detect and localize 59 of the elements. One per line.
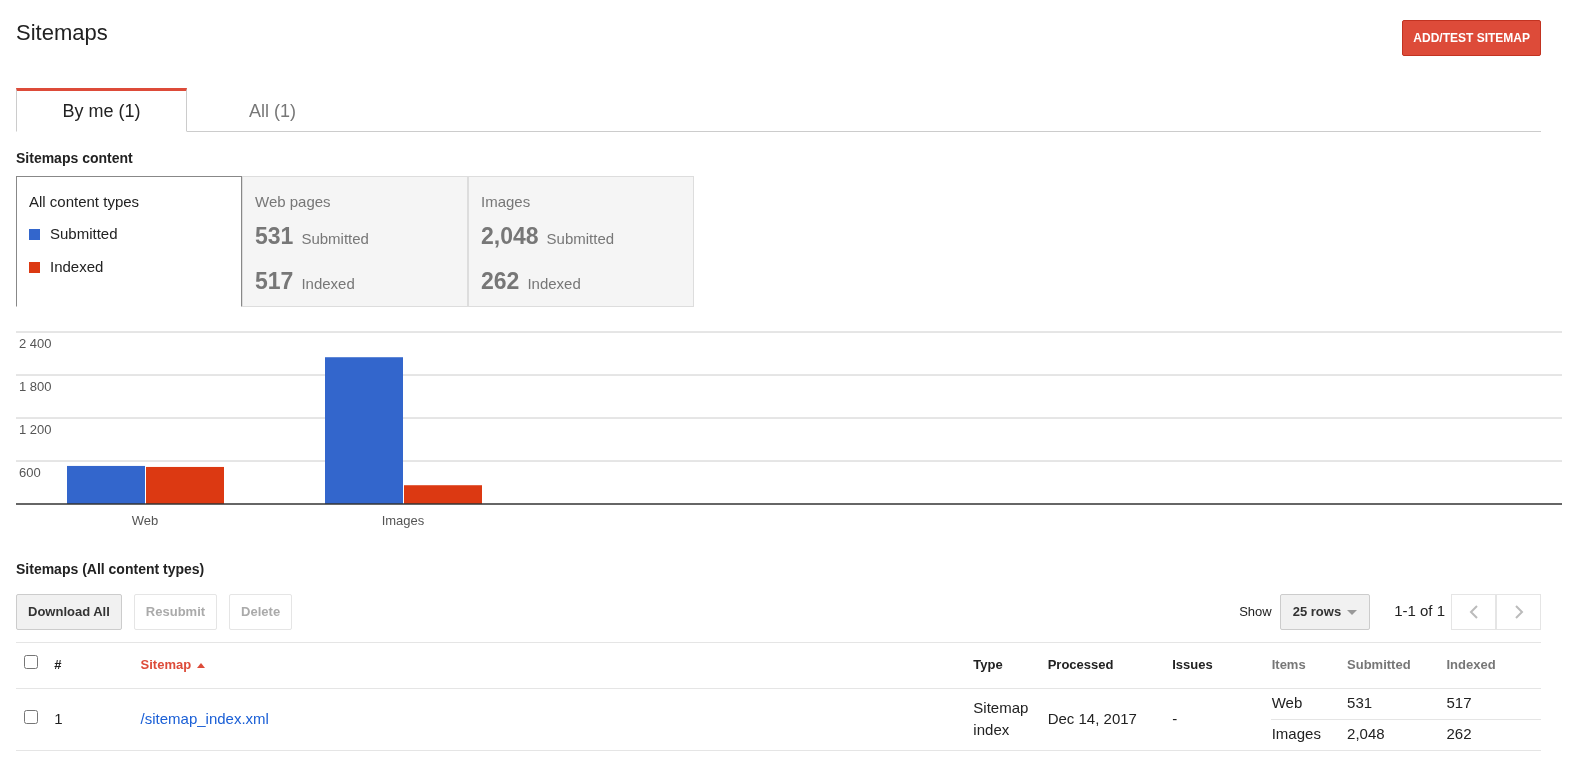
table-cell: Dec 14, 2017	[1047, 709, 1137, 727]
axis-category-label: Web	[131, 512, 159, 528]
show-label: Show	[1239, 602, 1272, 621]
row-number: 1	[54, 709, 63, 727]
column-header: #	[54, 657, 62, 673]
stat-value: 262	[481, 266, 520, 296]
sitemap-link[interactable]: /sitemap_index.xml	[140, 709, 269, 727]
row-checkbox[interactable]	[24, 709, 38, 724]
stat-label: Indexed	[527, 273, 581, 294]
axis-category-label: Images	[381, 512, 425, 528]
legend-label: Submitted	[50, 224, 118, 245]
action-button: Resubmit	[133, 593, 218, 630]
table-cell: -	[1172, 709, 1178, 727]
panel-title: Images	[481, 191, 532, 212]
table-cell: 531	[1347, 694, 1373, 712]
legend-label: Indexed	[50, 256, 104, 277]
stat-value: 517	[255, 266, 294, 296]
column-header: Issues	[1172, 657, 1213, 673]
section-heading: Sitemaps (All content types)	[16, 560, 206, 578]
stat-label: Indexed	[301, 273, 355, 294]
action-button[interactable]: Download All	[16, 593, 122, 630]
content-type-panel[interactable]: Images 2,048 Submitted 262 Indexed	[468, 175, 694, 307]
page-title: Sitemaps	[16, 20, 108, 47]
chevron-left-icon	[1468, 604, 1479, 621]
stat-value: 531	[255, 222, 294, 252]
axis-tick-label: 2 400	[19, 335, 52, 351]
axis-tick-label: 1 800	[19, 378, 52, 394]
table-cell: 262	[1446, 725, 1472, 743]
table-cell: Images	[1271, 725, 1321, 743]
panel-title: Web pages	[255, 191, 332, 212]
chevron-right-icon	[1513, 604, 1524, 621]
pagination-range: 1-1 of 1	[1394, 601, 1445, 622]
column-header: Indexed	[1446, 657, 1496, 673]
column-header: Processed	[1047, 657, 1114, 673]
stat-label: Submitted	[546, 229, 615, 250]
tab[interactable]: All (1)	[187, 88, 358, 132]
content-type-panel[interactable]: Web pages 531 Submitted 517 Indexed	[242, 175, 468, 307]
column-header: Type	[973, 657, 1003, 673]
column-header: Items	[1271, 657, 1306, 673]
action-button: Delete	[229, 593, 293, 630]
sorted-column-header[interactable]: Sitemap	[140, 657, 192, 673]
select-all-checkbox[interactable]	[24, 655, 38, 670]
axis-tick-label: 600	[19, 464, 41, 480]
table-cell: Sitemap index	[973, 699, 1029, 739]
content-type-panel[interactable]: All content types Submitted Indexed	[16, 175, 242, 307]
column-header: Submitted	[1347, 657, 1411, 673]
table-cell: Web	[1271, 694, 1303, 712]
caret-icon	[1347, 609, 1358, 615]
rows-per-page-dropdown[interactable]: 25 rows	[1279, 593, 1371, 630]
table-cell: 517	[1446, 694, 1472, 712]
axis-tick-label: 1 200	[19, 421, 52, 437]
stat-value: 2,048	[481, 222, 539, 252]
panel-title: All content types	[29, 191, 141, 212]
stat-label: Submitted	[301, 229, 369, 250]
sort-arrow-icon	[197, 663, 206, 669]
section-heading: Sitemaps content	[16, 150, 134, 167]
table-cell: 2,048	[1347, 725, 1385, 743]
tab[interactable]: By me (1)	[16, 88, 187, 132]
add-sitemap-button[interactable]: ADD/TEST SITEMAP	[1402, 20, 1541, 56]
